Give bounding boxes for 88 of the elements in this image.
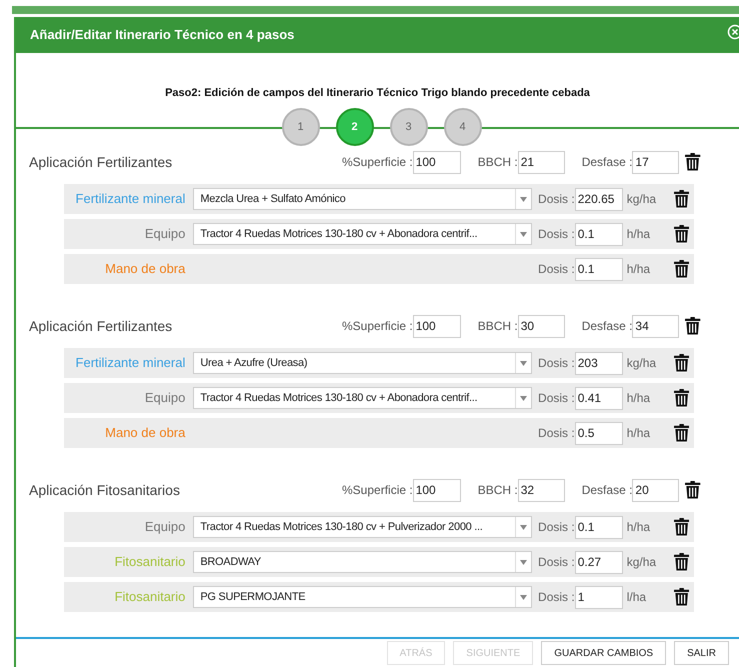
select-field[interactable]: BROADWAY <box>193 551 532 573</box>
footer-button[interactable]: GUARDAR CAMBIOS <box>541 641 666 665</box>
dosis-label: Dosis : <box>538 425 575 442</box>
unit-label: h/ha <box>626 226 652 243</box>
step-title: Paso2: Edición de campos del Itinerario Técnico Trigo blando precedente cebada <box>165 87 590 99</box>
dosis-field[interactable]: 0.1 <box>574 258 623 280</box>
trash-icon[interactable] <box>674 389 689 407</box>
caret-icon <box>520 396 528 400</box>
dosis-field[interactable]: 0.41 <box>574 386 623 410</box>
select-field[interactable]: Tractor 4 Ruedas Motrices 130-180 cv + Abonadora centrif... <box>193 387 532 409</box>
dosis-label: Dosis : <box>538 390 575 407</box>
bbch-field[interactable]: 30 <box>518 314 565 338</box>
row-label: Fitosanitario <box>114 588 186 606</box>
unit-label: h/ha <box>626 519 652 536</box>
close-icon[interactable] <box>727 24 739 40</box>
field-label: %Superficie : <box>342 482 413 499</box>
dosis-label: Dosis : <box>538 355 575 372</box>
dosis-label: Dosis : <box>538 226 575 243</box>
dosis-field[interactable]: 203 <box>574 352 623 374</box>
field-label: %Superficie : <box>342 154 413 171</box>
field-label: BBCH : <box>478 482 518 499</box>
dosis-field[interactable]: 0.27 <box>574 550 623 574</box>
unit-label: l/ha <box>626 589 648 606</box>
field-label: Desfase : <box>582 318 632 335</box>
row-label: Equipo <box>144 225 186 244</box>
dosis-label: Dosis : <box>538 519 575 536</box>
row-label: Mano de obra <box>104 424 186 442</box>
row-label: Fitosanitario <box>114 553 186 572</box>
trash-icon[interactable] <box>674 225 689 243</box>
field-label: Desfase : <box>582 482 632 499</box>
row-label: Fertilizante mineral <box>74 354 186 372</box>
select-field[interactable]: Urea + Azufre (Ureasa) <box>193 352 532 374</box>
field-label: Desfase : <box>582 154 632 171</box>
trash-icon[interactable] <box>674 424 689 442</box>
select-field[interactable]: Mezcla Urea + Sulfato Amónico <box>193 188 532 210</box>
superficie-field[interactable]: 100 <box>412 150 461 174</box>
trash-icon[interactable] <box>685 153 701 171</box>
select-field[interactable]: Tractor 4 Ruedas Motrices 130-180 cv + Pulverizador 2000 ... <box>193 516 532 538</box>
row-label: Fertilizante mineral <box>74 190 186 208</box>
bbch-field[interactable]: 32 <box>518 478 565 502</box>
footer-button[interactable]: SALIR <box>674 641 729 665</box>
section-title: Aplicación Fertilizantes <box>29 316 174 336</box>
field-label: BBCH : <box>478 318 518 335</box>
unit-label: kg/ha <box>626 355 658 372</box>
unit-label: kg/ha <box>626 191 658 208</box>
caret-icon <box>520 196 528 202</box>
section-title: Aplicación Fitosanitarios <box>29 480 181 500</box>
dosis-field[interactable]: 0.5 <box>574 422 623 444</box>
caret-icon <box>520 594 528 600</box>
desfase-field[interactable]: 17 <box>632 150 680 174</box>
caret-icon <box>520 232 528 236</box>
field-label: %Superficie : <box>342 318 413 335</box>
row-label: Equipo <box>144 518 186 536</box>
caret-icon <box>520 360 528 366</box>
trash-icon[interactable] <box>685 317 701 335</box>
unit-label: h/ha <box>626 261 652 278</box>
caret-icon <box>520 524 528 530</box>
dosis-label: Dosis : <box>538 191 575 208</box>
dosis-label: Dosis : <box>538 261 575 278</box>
section-title: Aplicación Fertilizantes <box>29 152 174 172</box>
dosis-field[interactable]: 0.1 <box>574 222 623 246</box>
trash-icon[interactable] <box>674 588 689 606</box>
superficie-field[interactable]: 100 <box>412 314 461 338</box>
dosis-field[interactable]: 0.1 <box>574 516 623 538</box>
dosis-field[interactable]: 220.65 <box>574 188 623 210</box>
trash-icon[interactable] <box>674 518 689 536</box>
row-label: Equipo <box>144 389 186 408</box>
select-field[interactable]: Tractor 4 Ruedas Motrices 130-180 cv + Abonadora centrif... <box>193 223 532 245</box>
desfase-field[interactable]: 34 <box>632 314 680 338</box>
unit-label: h/ha <box>626 390 652 407</box>
dialog-title: Añadir/Editar Itinerario Técnico en 4 pasos <box>30 26 294 44</box>
bbch-field[interactable]: 21 <box>518 150 565 174</box>
trash-icon[interactable] <box>674 190 689 208</box>
unit-label: h/ha <box>626 425 652 442</box>
row-label: Mano de obra <box>104 260 186 278</box>
trash-icon[interactable] <box>685 481 701 499</box>
trash-icon[interactable] <box>674 553 689 571</box>
field-label: BBCH : <box>478 154 518 171</box>
trash-icon[interactable] <box>674 260 689 278</box>
unit-label: kg/ha <box>626 554 658 571</box>
dosis-label: Dosis : <box>538 554 575 571</box>
superficie-field[interactable]: 100 <box>412 478 461 502</box>
dosis-field[interactable]: 1 <box>574 586 623 608</box>
caret-icon <box>520 560 528 564</box>
select-field[interactable]: PG SUPERMOJANTE <box>193 586 532 608</box>
dosis-label: Dosis : <box>538 589 575 606</box>
trash-icon[interactable] <box>674 354 689 372</box>
desfase-field[interactable]: 20 <box>632 478 680 502</box>
